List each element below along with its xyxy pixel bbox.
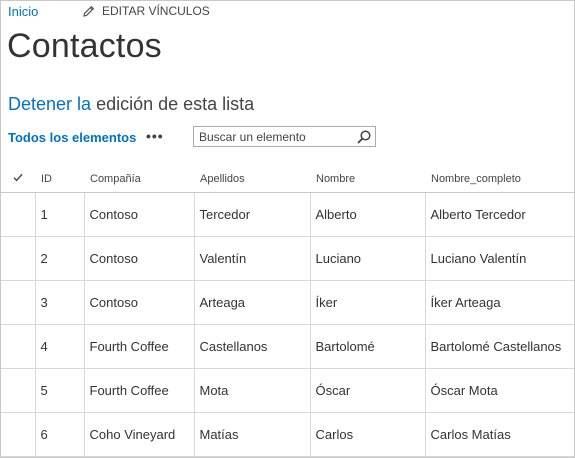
cell-id[interactable]: 3 [35, 280, 85, 325]
table-row[interactable]: 3 Contoso Arteaga Íker Íker Arteaga [1, 280, 574, 325]
cell-id[interactable]: 4 [35, 324, 85, 369]
row-select-cell[interactable] [1, 192, 36, 237]
cell-company[interactable]: Contoso [84, 236, 195, 281]
row-select-cell[interactable] [1, 324, 36, 369]
cell-company[interactable]: Contoso [84, 280, 195, 325]
nav-home-link[interactable]: Inicio [8, 4, 38, 19]
cell-full-name[interactable]: Íker Arteaga [425, 280, 574, 325]
stop-editing-link[interactable]: Detener la [8, 94, 91, 114]
checkmark-icon [13, 173, 23, 182]
more-options-button[interactable]: ••• [146, 129, 164, 143]
top-navigation: Inicio EDITAR VÍNCULOS [1, 1, 574, 25]
column-header-first-name[interactable]: Nombre [310, 166, 425, 193]
cell-first-name[interactable]: Carlos [310, 412, 426, 457]
row-select-cell[interactable] [1, 280, 36, 325]
cell-last-name[interactable]: Arteaga [194, 280, 311, 325]
list-page: Inicio EDITAR VÍNCULOS Contactos Detener… [0, 0, 575, 458]
cell-last-name[interactable]: Castellanos [194, 324, 311, 369]
cell-first-name[interactable]: Óscar [310, 368, 426, 413]
cell-id[interactable]: 5 [35, 368, 85, 413]
row-select-cell[interactable] [1, 412, 36, 457]
table-row[interactable]: 5 Fourth Coffee Mota Óscar Óscar Mota [1, 368, 574, 413]
view-selector-all-items[interactable]: Todos los elementos [8, 130, 136, 145]
cell-full-name[interactable]: Bartolomé Castellanos [425, 324, 574, 369]
cell-first-name[interactable]: Íker [310, 280, 426, 325]
cell-last-name[interactable]: Mota [194, 368, 311, 413]
cell-first-name[interactable]: Luciano [310, 236, 426, 281]
search-icon[interactable] [356, 129, 372, 145]
cell-last-name[interactable]: Matías [194, 412, 311, 457]
column-header-id[interactable]: ID [35, 166, 84, 193]
cell-id[interactable]: 2 [35, 236, 85, 281]
column-header-company[interactable]: Compañía [84, 166, 194, 193]
table-row[interactable]: 2 Contoso Valentín Luciano Luciano Valen… [1, 236, 574, 281]
cell-first-name[interactable]: Bartolomé [310, 324, 426, 369]
table-header-row: ID Compañía Apellidos Nombre Nombre_comp… [1, 166, 574, 193]
contacts-table: ID Compañía Apellidos Nombre Nombre_comp… [1, 166, 574, 457]
edit-links-label: EDITAR VÍNCULOS [102, 4, 210, 18]
table-row[interactable]: 4 Fourth Coffee Castellanos Bartolomé Ba… [1, 324, 574, 369]
cell-id[interactable]: 1 [35, 192, 85, 237]
cell-full-name[interactable]: Óscar Mota [425, 368, 574, 413]
column-header-last-name[interactable]: Apellidos [194, 166, 310, 193]
stop-editing-text: edición de esta lista [91, 94, 255, 114]
cell-full-name[interactable]: Carlos Matías [425, 412, 574, 457]
table-row[interactable]: 1 Contoso Tercedor Alberto Alberto Terce… [1, 192, 574, 237]
cell-company[interactable]: Contoso [84, 192, 195, 237]
search-input[interactable] [194, 127, 354, 146]
cell-first-name[interactable]: Alberto [310, 192, 426, 237]
cell-company[interactable]: Coho Vineyard [84, 412, 195, 457]
cell-last-name[interactable]: Valentín [194, 236, 311, 281]
select-all-checkbox[interactable] [1, 166, 35, 193]
edit-links-button[interactable]: EDITAR VÍNCULOS [83, 4, 210, 18]
row-select-cell[interactable] [1, 236, 36, 281]
cell-last-name[interactable]: Tercedor [194, 192, 311, 237]
cell-company[interactable]: Fourth Coffee [84, 368, 195, 413]
stop-editing-message: Detener la edición de esta lista [8, 94, 254, 115]
column-header-full-name[interactable]: Nombre_completo [425, 166, 574, 193]
cell-id[interactable]: 6 [35, 412, 85, 457]
pencil-icon [83, 5, 95, 17]
cell-company[interactable]: Fourth Coffee [84, 324, 195, 369]
row-select-cell[interactable] [1, 368, 36, 413]
cell-full-name[interactable]: Alberto Tercedor [425, 192, 574, 237]
page-title: Contactos [7, 27, 162, 65]
search-box [193, 126, 376, 147]
cell-full-name[interactable]: Luciano Valentín [425, 236, 574, 281]
table-row[interactable]: 6 Coho Vineyard Matías Carlos Carlos Mat… [1, 412, 574, 457]
